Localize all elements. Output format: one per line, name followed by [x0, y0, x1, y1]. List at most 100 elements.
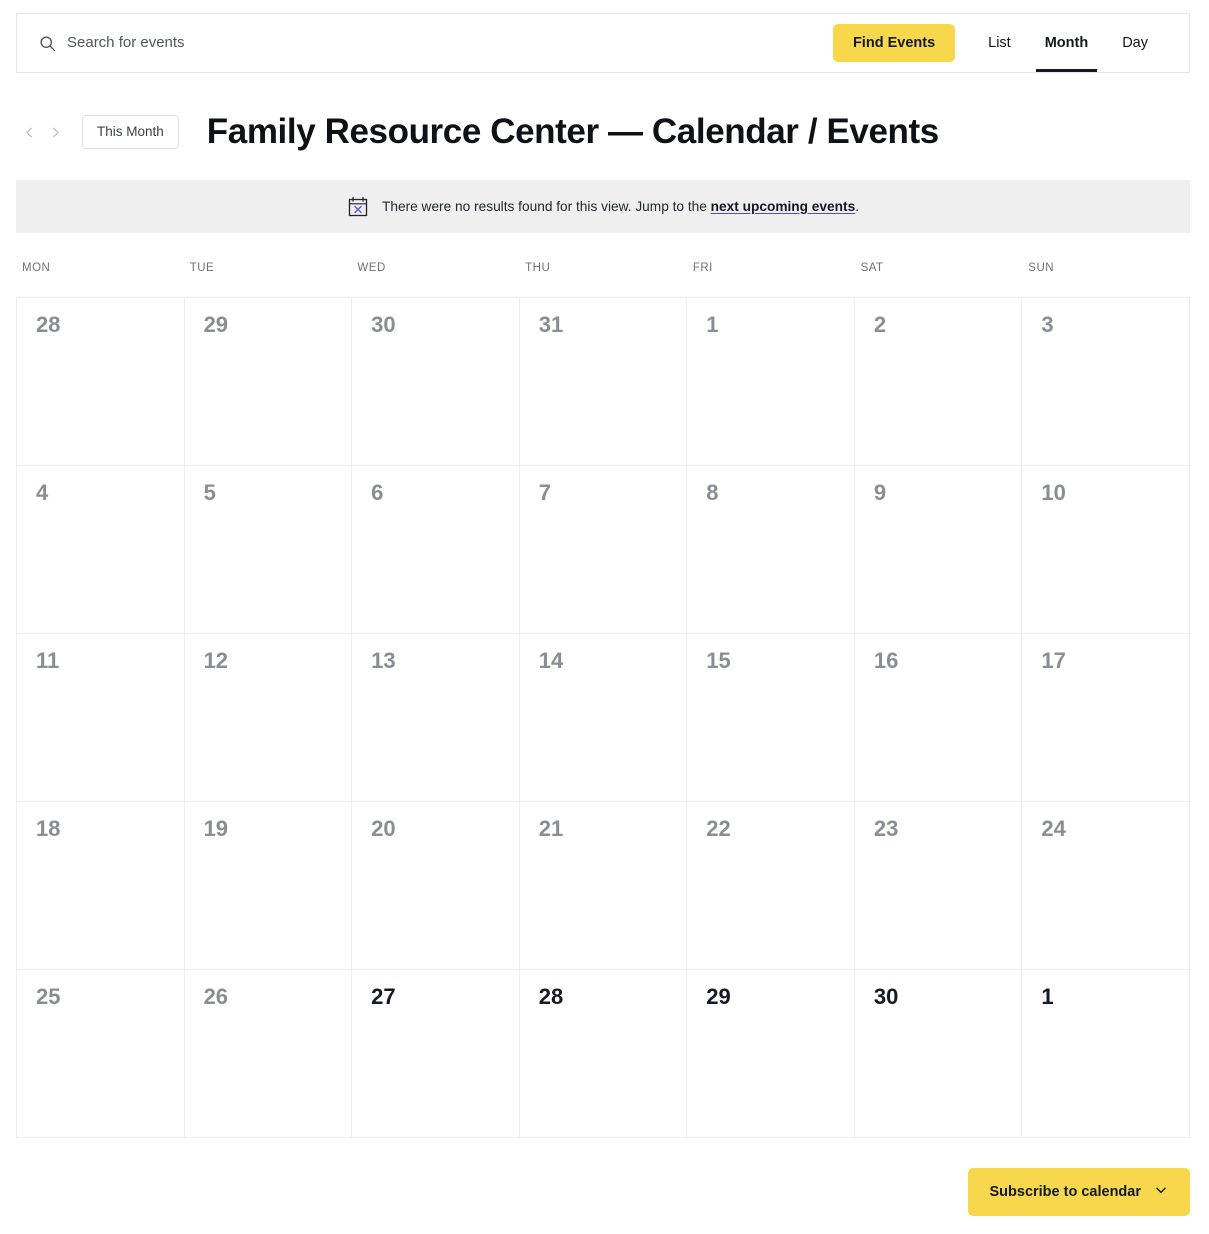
calendar-day-cell[interactable]: 2: [854, 298, 1023, 466]
calendar-day-number: 8: [706, 480, 719, 505]
search-field-wrapper[interactable]: [17, 14, 833, 72]
calendar-day-number: 1: [706, 312, 719, 337]
subscribe-to-calendar-button[interactable]: Subscribe to calendar: [967, 1168, 1190, 1216]
calendar-day-cell[interactable]: 21: [519, 802, 688, 970]
calendar-day-number: 20: [371, 816, 396, 841]
calendar-day-cell[interactable]: 28: [519, 970, 688, 1138]
calendar-day-cell[interactable]: 26: [184, 970, 353, 1138]
calendar-day-cell[interactable]: 5: [184, 466, 353, 634]
tab-day[interactable]: Day: [1105, 14, 1165, 72]
calendar-nav-row: This Month Family Resource Center — Cale…: [16, 104, 939, 160]
calendar-day-number: 15: [706, 648, 731, 673]
subscribe-label: Subscribe to calendar: [989, 1184, 1142, 1200]
calendar-day-cell[interactable]: 31: [519, 298, 688, 466]
subscribe-row: Subscribe to calendar: [16, 1168, 1190, 1216]
tab-month[interactable]: Month: [1028, 14, 1105, 72]
calendar-day-cell[interactable]: 10: [1022, 466, 1190, 634]
search-icon: [39, 35, 56, 52]
tab-list[interactable]: List: [971, 14, 1028, 72]
weekday-header: MON TUE WED THU FRI SAT SUN: [16, 262, 1190, 274]
calendar-day-cell[interactable]: 6: [352, 466, 520, 634]
calendar-day-cell[interactable]: 3: [1022, 298, 1190, 466]
calendar-day-number: 11: [36, 648, 60, 673]
toolbar-actions: Find Events List Month Day: [832, 14, 1189, 72]
calendar-day-number: 14: [538, 648, 564, 673]
calendar-day-cell[interactable]: 22: [687, 802, 855, 970]
calendar-day-number: 10: [1041, 480, 1066, 505]
calendar-day-cell[interactable]: 15: [687, 634, 855, 802]
weekday-label: FRI: [692, 262, 713, 274]
chevron-left-icon[interactable]: [16, 117, 42, 147]
calendar-day-number: 21: [538, 816, 564, 841]
calendar-day-number: 3: [1041, 312, 1054, 337]
this-month-button[interactable]: This Month: [82, 115, 179, 149]
calendar-day-cell[interactable]: 18: [17, 802, 185, 970]
weekday-label: MON: [22, 262, 51, 274]
calendar-day-cell[interactable]: 27: [352, 970, 520, 1138]
calendar-day-number: 25: [36, 984, 61, 1009]
calendar-day-number: 29: [706, 984, 731, 1009]
calendar-day-cell[interactable]: 19: [184, 802, 353, 970]
calendar-day-number: 7: [538, 480, 551, 505]
calendar-day-number: 5: [203, 480, 216, 505]
calendar-day-cell[interactable]: 4: [17, 466, 185, 634]
calendar-day-number: 17: [1041, 648, 1066, 673]
search-input[interactable]: [67, 33, 407, 53]
calendar-day-number: 26: [203, 984, 229, 1009]
calendar-day-number: 28: [538, 984, 564, 1009]
calendar-day-cell[interactable]: 20: [352, 802, 520, 970]
weekday-label: SUN: [1028, 262, 1055, 274]
calendar-day-number: 9: [873, 480, 887, 505]
calendar-day-number: 31: [538, 312, 564, 337]
calendar-day-number: 30: [873, 984, 899, 1009]
calendar-day-cell[interactable]: 17: [1022, 634, 1190, 802]
calendar-day-cell[interactable]: 9: [854, 466, 1023, 634]
weekday-label: SAT: [860, 262, 884, 274]
calendar-day-cell[interactable]: 29: [687, 970, 855, 1138]
calendar-day-cell[interactable]: 14: [519, 634, 688, 802]
calendar-day-number: 27: [371, 984, 396, 1009]
calendar-day-number: 6: [371, 480, 384, 505]
calendar-day-number: 2: [873, 312, 887, 337]
notice-content: There were no results found for this vie…: [347, 196, 859, 218]
calendar-day-number: 16: [873, 648, 899, 673]
calendar-day-cell[interactable]: 30: [352, 298, 520, 466]
calendar-page: Find Events List Month Day This Month Fa…: [0, 0, 1209, 1234]
view-tabs: List Month Day: [971, 14, 1165, 72]
events-toolbar: Find Events List Month Day: [16, 13, 1190, 73]
calendar-day-cell[interactable]: 1: [687, 298, 855, 466]
calendar-day-number: 22: [706, 816, 731, 841]
calendar-day-number: 29: [203, 312, 229, 337]
calendar-day-number: 4: [36, 480, 49, 505]
calendar-day-cell[interactable]: 29: [184, 298, 353, 466]
weekday-label: WED: [357, 262, 386, 274]
calendar-day-cell[interactable]: 24: [1022, 802, 1190, 970]
calendar-day-cell[interactable]: 11: [17, 634, 185, 802]
calendar-day-number: 28: [36, 312, 61, 337]
calendar-day-cell[interactable]: 25: [17, 970, 185, 1138]
page-title: Family Resource Center — Calendar / Even…: [206, 112, 939, 151]
next-upcoming-events-link[interactable]: next upcoming events: [711, 199, 856, 214]
notice-text: There were no results found for this vie…: [382, 198, 859, 216]
calendar-x-icon: [347, 196, 369, 218]
chevron-down-icon: [1154, 1183, 1168, 1201]
calendar-day-number: 13: [371, 648, 396, 673]
calendar-day-cell[interactable]: 16: [854, 634, 1023, 802]
find-events-button[interactable]: Find Events: [832, 24, 956, 62]
calendar-day-cell[interactable]: 1: [1022, 970, 1190, 1138]
calendar-day-number: 30: [371, 312, 396, 337]
calendar-month-grid: 28 29 30 31 1 2 3 4 5 6 7 8 9 10 11 12 13 14 15 16 17 18 19 20 2…: [16, 297, 1190, 1138]
notice-text-before: There were no results found for this vie…: [382, 198, 711, 214]
calendar-day-cell[interactable]: 12: [184, 634, 353, 802]
calendar-day-cell[interactable]: 30: [854, 970, 1023, 1138]
calendar-day-number: 24: [1041, 816, 1066, 841]
calendar-day-cell[interactable]: 23: [854, 802, 1023, 970]
no-results-notice: There were no results found for this vie…: [16, 180, 1190, 233]
calendar-day-cell[interactable]: 13: [352, 634, 520, 802]
chevron-right-icon[interactable]: [42, 117, 68, 147]
calendar-day-cell[interactable]: 7: [519, 466, 688, 634]
calendar-day-cell[interactable]: 8: [687, 466, 855, 634]
calendar-day-number: 1: [1041, 984, 1054, 1009]
calendar-day-cell[interactable]: 28: [17, 298, 185, 466]
calendar-day-number: 12: [203, 648, 229, 673]
